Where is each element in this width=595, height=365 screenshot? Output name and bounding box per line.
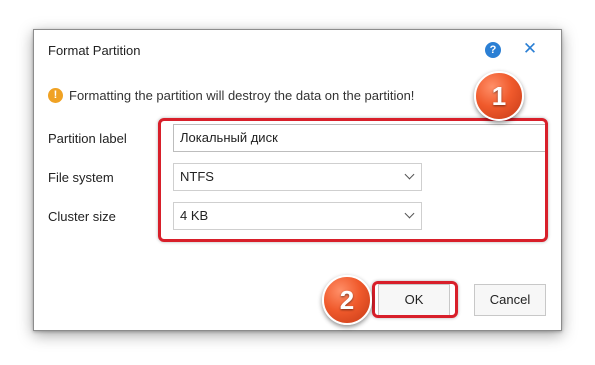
warning-text: Formatting the partition will destroy th… — [69, 88, 415, 103]
close-icon[interactable]: ✕ — [521, 39, 539, 59]
cancel-button[interactable]: Cancel — [474, 284, 546, 316]
dialog-title: Format Partition — [48, 43, 141, 58]
warning-row: ! Formatting the partition will destroy … — [48, 88, 414, 103]
cluster-size-caption: Cluster size — [48, 209, 116, 224]
partition-label-caption: Partition label — [48, 131, 127, 146]
step-badge-1: 1 — [474, 71, 524, 121]
file-system-caption: File system — [48, 170, 114, 185]
help-icon[interactable]: ? — [485, 42, 501, 58]
step-badge-2: 2 — [322, 275, 372, 325]
fields-highlight-frame — [158, 118, 548, 242]
warning-icon: ! — [48, 88, 63, 103]
ok-highlight-frame — [372, 281, 458, 318]
